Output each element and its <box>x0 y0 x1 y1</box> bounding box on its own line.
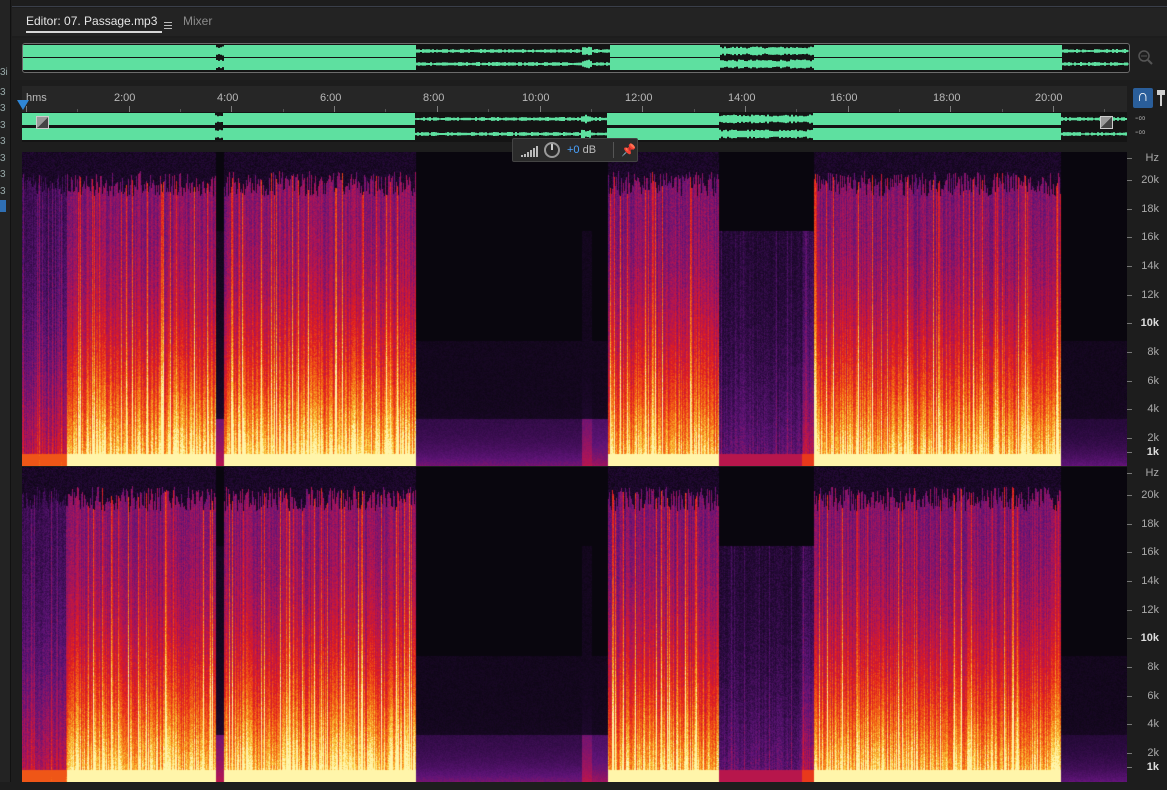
gain-value: +0 <box>567 144 580 156</box>
playhead-marker[interactable] <box>17 100 29 110</box>
overview-waveform[interactable] <box>22 43 1130 73</box>
headphone-icon[interactable] <box>1133 88 1153 108</box>
editor-tab-bar: Editor: 07. Passage.mp3 Mixer <box>12 8 1167 36</box>
left-label: 3 <box>0 169 6 180</box>
freq-label: 12k <box>1141 289 1159 301</box>
left-label: 3 <box>0 186 6 197</box>
freq-label: 10k <box>1140 632 1159 644</box>
left-label: 3 <box>0 120 6 131</box>
gain-knob[interactable] <box>544 142 560 158</box>
left-label: 3 <box>0 136 6 147</box>
freq-label: 6k <box>1147 690 1159 702</box>
freq-label: 18k <box>1141 518 1159 530</box>
active-tab-indicator <box>26 31 162 33</box>
ruler-label: 20:00 <box>1035 92 1063 104</box>
tab-menu-icon[interactable] <box>164 22 172 31</box>
level-meter-icon <box>521 146 538 157</box>
ruler-label: 18:00 <box>933 92 961 104</box>
freq-label: 2k <box>1147 432 1159 444</box>
frequency-axis-bottom: Hz 20k 18k 16k 14k 12k 10k 8k 6k 4k 2k 1… <box>1127 467 1167 782</box>
freq-label: 1k <box>1146 446 1159 458</box>
frequency-axis-top: Hz 20k 18k 16k 14k 12k 10k 8k 6k 4k 2k 1… <box>1127 152 1167 466</box>
left-selection[interactable] <box>0 200 6 212</box>
ruler-label: 2:00 <box>114 92 136 104</box>
time-ruler[interactable]: hms 2:00 4:00 6:00 8:00 10:00 12:00 14:0… <box>22 86 1127 112</box>
hz-unit: Hz <box>1145 467 1159 479</box>
ruler-label: 8:00 <box>423 92 445 104</box>
ruler-label: 10:00 <box>522 92 550 104</box>
panel-top-border <box>12 6 1167 7</box>
spectrogram-right-channel[interactable] <box>22 467 1127 782</box>
fade-out-handle[interactable] <box>1100 116 1113 129</box>
freq-label: 16k <box>1141 546 1159 558</box>
ruler-label: 16:00 <box>830 92 858 104</box>
gain-readout: +0 dB <box>567 144 596 156</box>
zoom-icon[interactable] <box>1136 48 1154 66</box>
channel-db-right: -∞ <box>1135 127 1146 138</box>
freq-label: 16k <box>1141 231 1159 243</box>
ruler-unit-label: hms <box>26 92 47 104</box>
gain-unit: dB <box>582 144 597 156</box>
freq-label: 20k <box>1141 489 1159 501</box>
freq-label: 10k <box>1140 317 1159 329</box>
ruler-label: 14:00 <box>728 92 756 104</box>
ruler-label: 12:00 <box>625 92 653 104</box>
left-label: 3 <box>0 153 6 164</box>
freq-label: 20k <box>1141 174 1159 186</box>
freq-label: 12k <box>1141 604 1159 616</box>
channel-db-left: -∞ <box>1135 113 1146 124</box>
freq-label: 8k <box>1147 661 1159 673</box>
spectrogram-left-channel[interactable] <box>22 152 1127 466</box>
ruler-label: 4:00 <box>217 92 239 104</box>
left-label: 3 <box>0 103 6 114</box>
freq-label: 14k <box>1141 260 1159 272</box>
ruler-label: 6:00 <box>320 92 342 104</box>
tab-mixer[interactable]: Mixer <box>183 14 212 28</box>
fade-in-handle[interactable] <box>36 116 49 129</box>
left-label: 3i <box>0 67 8 78</box>
freq-label: 8k <box>1147 346 1159 358</box>
freq-label: 4k <box>1147 403 1159 415</box>
freq-label: 18k <box>1141 203 1159 215</box>
left-panel-edge: 3i 3 3 3 3 3 3 3 <box>0 0 11 790</box>
pin-icon[interactable]: 📌 <box>621 143 636 157</box>
freq-label: 4k <box>1147 718 1159 730</box>
left-label: 3 <box>0 87 6 98</box>
bottom-edge <box>0 782 1167 790</box>
hud-separator <box>613 142 614 158</box>
marker-icon[interactable] <box>1157 90 1165 106</box>
freq-label: 14k <box>1141 575 1159 587</box>
freq-label: 1k <box>1146 761 1159 773</box>
hz-unit: Hz <box>1145 152 1159 164</box>
gain-hud[interactable]: +0 dB 📌 <box>512 138 638 162</box>
tab-editor[interactable]: Editor: 07. Passage.mp3 <box>26 14 157 28</box>
freq-label: 6k <box>1147 375 1159 387</box>
freq-label: 2k <box>1147 747 1159 759</box>
